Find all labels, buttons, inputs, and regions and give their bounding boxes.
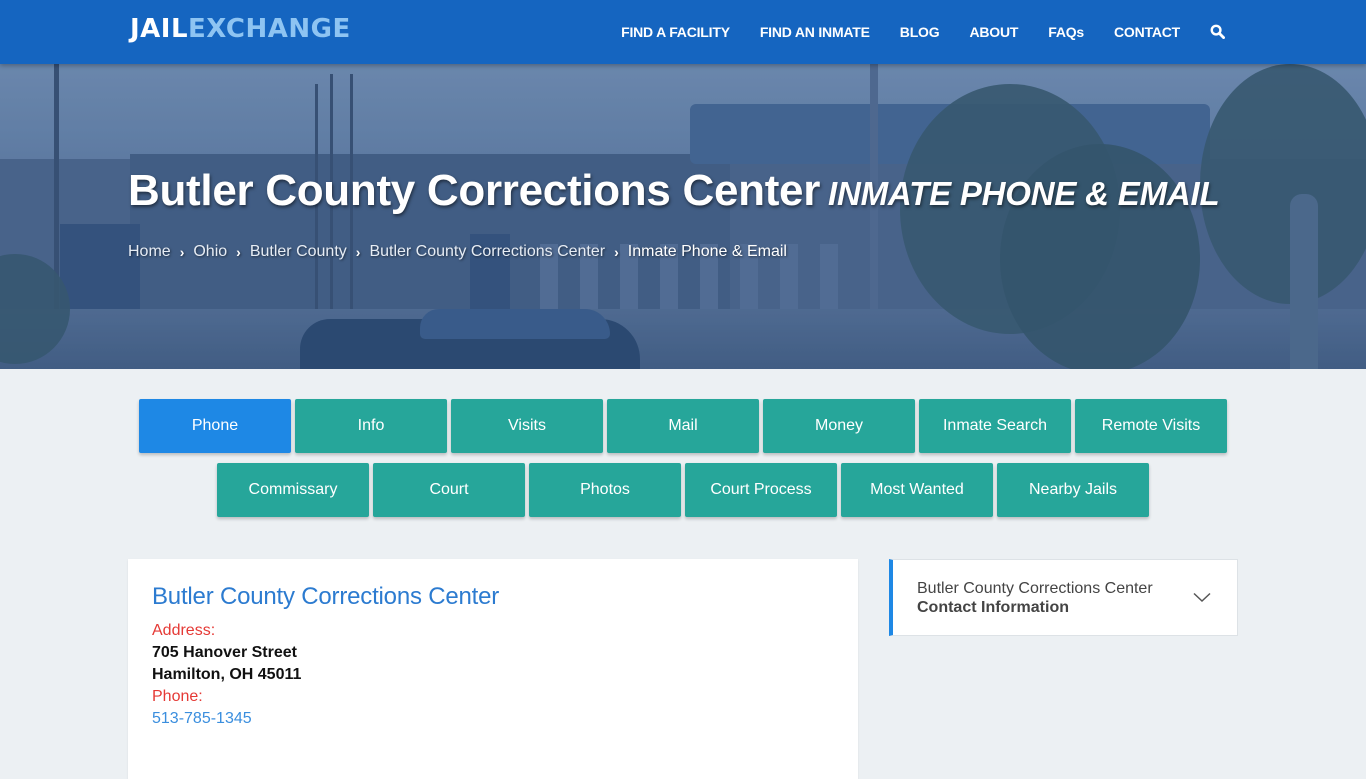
tab-row-1: Phone Info Visits Mail Money Inmate Sear…	[0, 399, 1366, 453]
breadcrumb-ohio[interactable]: Ohio	[193, 243, 227, 261]
logo-jail: JAIL	[130, 14, 189, 44]
chevron-right-icon: ›	[614, 244, 619, 260]
address-label: Address:	[152, 622, 216, 639]
tab-nearby-jails[interactable]: Nearby Jails	[997, 463, 1149, 517]
tab-court[interactable]: Court	[373, 463, 525, 517]
nav-contact[interactable]: CONTACT	[1114, 24, 1180, 40]
phone-label: Phone:	[152, 688, 203, 705]
tab-visits[interactable]: Visits	[451, 399, 603, 453]
facility-tabs: Phone Info Visits Mail Money Inmate Sear…	[0, 399, 1366, 527]
tab-phone[interactable]: Phone	[139, 399, 291, 453]
address-line-2: Hamilton, OH 45011	[152, 666, 302, 683]
tab-commissary[interactable]: Commissary	[217, 463, 369, 517]
search-icon[interactable]	[1210, 24, 1226, 40]
tab-remote-visits[interactable]: Remote Visits	[1075, 399, 1227, 453]
nav-about[interactable]: ABOUT	[969, 24, 1018, 40]
tab-photos[interactable]: Photos	[529, 463, 681, 517]
main-nav: FIND A FACILITY FIND AN INMATE BLOG ABOU…	[591, 0, 1226, 64]
address-line-1: 705 Hanover Street	[152, 644, 297, 661]
top-navbar: JAILEXCHANGE FIND A FACILITY FIND AN INM…	[0, 0, 1366, 64]
breadcrumb-current: Inmate Phone & Email	[627, 243, 787, 260]
tab-info[interactable]: Info	[295, 399, 447, 453]
tab-court-process[interactable]: Court Process	[685, 463, 837, 517]
chevron-right-icon: ›	[179, 244, 185, 260]
tab-inmate-search[interactable]: Inmate Search	[919, 399, 1071, 453]
page-title: Butler County Corrections Center INMATE P…	[128, 166, 1220, 216]
breadcrumb-home[interactable]: Home	[128, 243, 171, 261]
tab-money[interactable]: Money	[763, 399, 915, 453]
contact-info-facility: Butler County Corrections Center	[917, 580, 1153, 597]
logo-exchange: EXCHANGE	[188, 14, 351, 44]
breadcrumb: Home › Ohio › Butler County › Butler Cou…	[128, 243, 787, 261]
page-title-main: Butler County Corrections Center	[128, 166, 821, 215]
chevron-down-icon[interactable]	[1193, 590, 1211, 608]
breadcrumb-butler-county[interactable]: Butler County	[250, 243, 347, 261]
site-logo[interactable]: JAILEXCHANGE	[130, 14, 351, 44]
hero-banner: Butler County Corrections Center INMATE P…	[0, 64, 1366, 369]
contact-info-title: Contact Information	[917, 599, 1069, 616]
tab-mail[interactable]: Mail	[607, 399, 759, 453]
tab-most-wanted[interactable]: Most Wanted	[841, 463, 993, 517]
phone-link[interactable]: 513-785-1345	[152, 708, 834, 730]
chevron-right-icon: ›	[355, 244, 361, 260]
tab-row-2: Commissary Court Photos Court Process Mo…	[0, 463, 1366, 517]
facility-info-card: Butler County Corrections Center Address…	[128, 559, 858, 779]
nav-find-inmate[interactable]: FIND AN INMATE	[760, 24, 870, 40]
nav-faqs[interactable]: FAQs	[1048, 24, 1084, 40]
breadcrumb-facility[interactable]: Butler County Corrections Center	[369, 243, 605, 261]
nav-blog[interactable]: BLOG	[900, 24, 940, 40]
chevron-right-icon: ›	[236, 244, 241, 260]
facility-name-heading: Butler County Corrections Center	[152, 583, 500, 610]
page-title-subtitle: INMATE PHONE & EMAIL	[828, 175, 1220, 212]
nav-find-facility[interactable]: FIND A FACILITY	[621, 24, 730, 40]
contact-info-accordion[interactable]: Butler County Corrections Center Contact…	[889, 559, 1238, 636]
